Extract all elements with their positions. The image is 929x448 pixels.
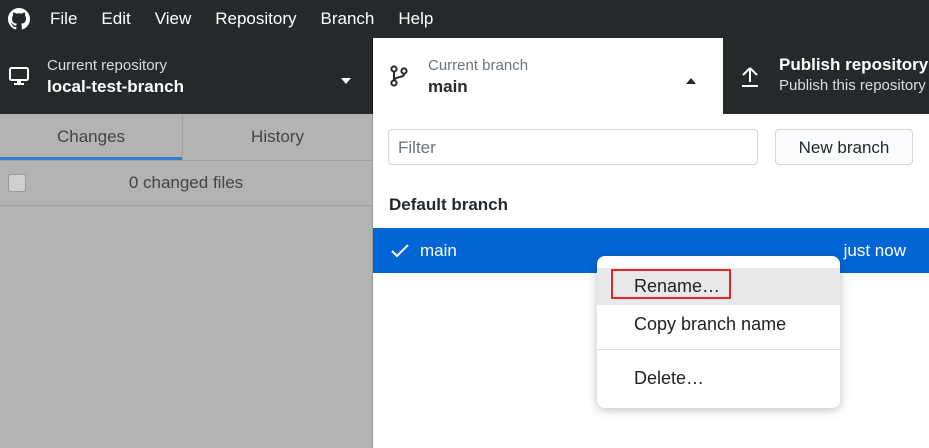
panel-divider[interactable] — [372, 114, 373, 448]
computer-icon — [8, 65, 30, 92]
publish-repository-label: Publish repository — [779, 55, 929, 74]
branch-time: just now — [843, 241, 906, 260]
toolbar: Current repository local-test-branch Cur… — [0, 38, 929, 114]
menu-repository[interactable]: Repository — [203, 0, 308, 38]
changed-files-count: 0 changed files — [128, 173, 244, 192]
copy-branch-name-menu-item[interactable]: Copy branch name — [597, 306, 840, 343]
upload-icon — [740, 65, 760, 94]
caret-down-icon — [340, 72, 352, 90]
current-branch-label: Current branch — [428, 57, 529, 74]
branch-name: main — [420, 241, 457, 260]
tab-changes[interactable]: Changes — [0, 114, 183, 160]
branch-context-menu: Rename… Copy branch name Delete… — [597, 256, 840, 408]
menu-view[interactable]: View — [143, 0, 204, 38]
publish-repository-description: Publish this repository to GitHub — [779, 77, 929, 94]
current-repository-value: local-test-branch — [47, 77, 184, 96]
current-repository-button[interactable]: Current repository local-test-branch — [0, 38, 373, 114]
caret-up-icon — [685, 72, 697, 90]
menu-file[interactable]: File — [38, 0, 89, 38]
changed-files-row: 0 changed files — [0, 161, 372, 206]
copy-branch-name-label: Copy branch name — [634, 314, 787, 334]
delete-label: Delete… — [634, 368, 705, 388]
rename-menu-item[interactable]: Rename… — [597, 268, 840, 305]
menu-separator — [597, 349, 840, 350]
check-icon — [390, 242, 410, 265]
git-branch-icon — [388, 64, 410, 93]
new-branch-button[interactable]: New branch — [775, 129, 913, 165]
menu-branch[interactable]: Branch — [309, 0, 387, 38]
default-branch-header: Default branch — [389, 195, 509, 214]
panel-tabs: Changes History — [0, 114, 372, 161]
branch-filter-input[interactable]: Filter — [388, 129, 758, 165]
github-logo-icon — [0, 0, 38, 38]
menu-bar: File Edit View Repository Branch Help — [0, 0, 929, 38]
current-branch-value: main — [428, 77, 468, 96]
rename-label: Rename… — [634, 276, 721, 296]
current-branch-button[interactable]: Current branch main — [373, 38, 723, 114]
menu-help[interactable]: Help — [386, 0, 445, 38]
menu-edit[interactable]: Edit — [89, 0, 142, 38]
delete-menu-item[interactable]: Delete… — [597, 360, 840, 397]
publish-repository-button[interactable]: Publish repository Publish this reposito… — [723, 38, 929, 114]
tab-history[interactable]: History — [183, 114, 372, 160]
current-repository-label: Current repository — [47, 57, 168, 74]
changes-panel: Changes History 0 changed files — [0, 114, 372, 448]
